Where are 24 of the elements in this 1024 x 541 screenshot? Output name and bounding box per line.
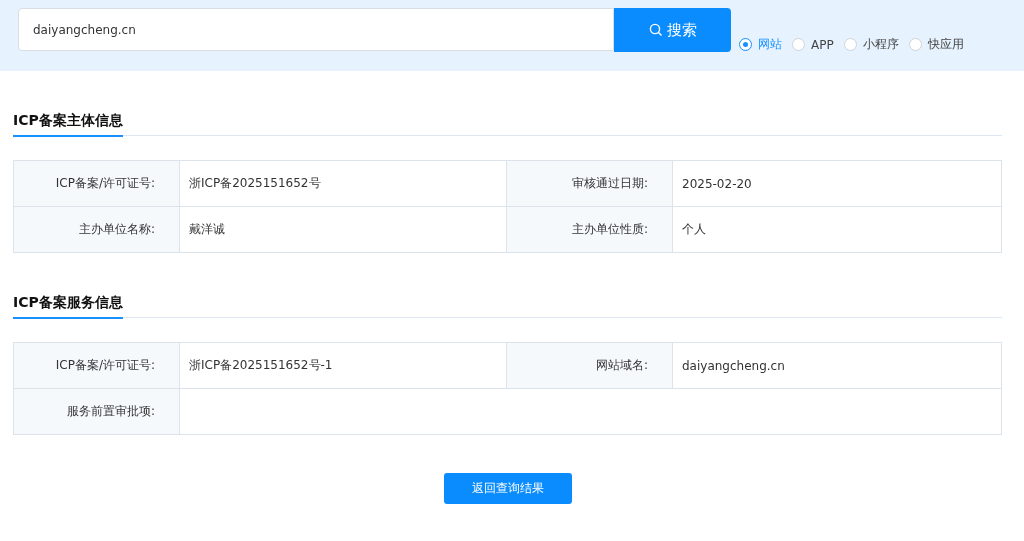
field-label: 主办单位性质: [507,207,673,253]
radio-button[interactable] [739,38,752,51]
radio-label[interactable]: APP [811,37,834,52]
radio-button[interactable] [843,38,857,51]
field-label: 审核通过日期: [507,161,673,207]
field-label: ICP备案/许可证号: [14,343,180,389]
search-field[interactable]: daiyangcheng.cn [18,8,614,51]
radio-label[interactable]: 快应用 [927,36,964,53]
section-title: ICP备案主体信息 [13,112,123,137]
radio-button[interactable] [908,38,922,51]
field-value: 个人 [673,207,1002,253]
field-label: 网站域名: [507,343,673,389]
field-value: 浙ICP备2025151652号-1 [180,343,507,389]
field-value: 浙ICP备2025151652号 [180,161,507,207]
field-value: 2025-02-20 [673,161,1002,207]
radio-button[interactable] [792,38,805,51]
section-title: ICP备案服务信息 [13,294,123,319]
radio-label[interactable]: 小程序 [862,36,899,53]
search-icon [648,23,663,37]
field-value: 戴洋诚 [180,207,507,253]
field-label: ICP备案/许可证号: [14,161,180,207]
field-label: 服务前置审批项: [14,389,180,435]
field-value: daiyangcheng.cn [673,343,1002,389]
field-label: 主办单位名称: [14,207,180,253]
